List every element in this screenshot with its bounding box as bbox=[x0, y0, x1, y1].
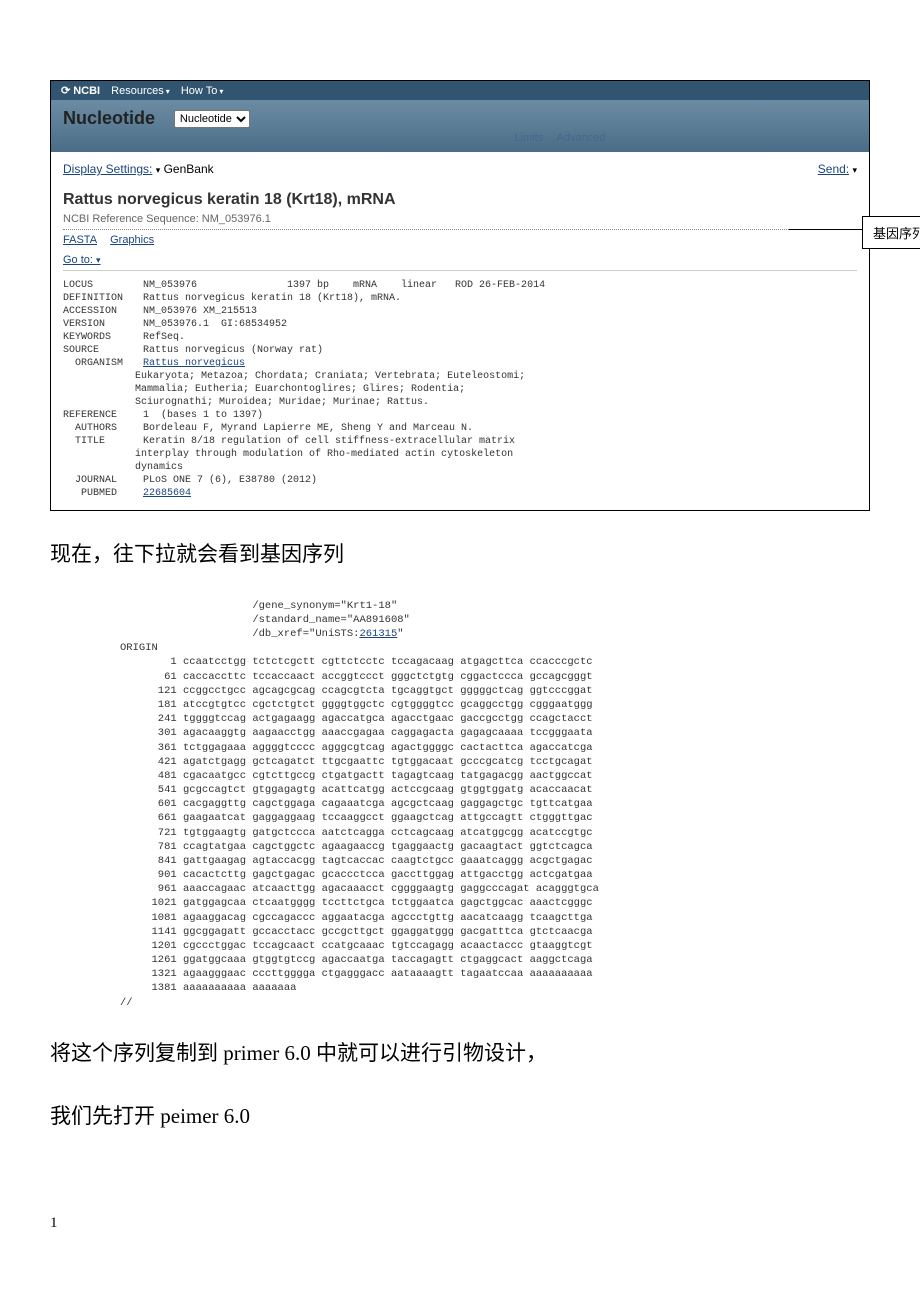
callout-label: 基因序列号 bbox=[862, 216, 920, 249]
pubmed-link[interactable]: 22685604 bbox=[143, 488, 191, 499]
send-link[interactable]: Send: bbox=[818, 162, 849, 176]
fasta-link[interactable]: FASTA bbox=[63, 234, 97, 246]
display-settings-link[interactable]: Display Settings: bbox=[63, 162, 152, 176]
refseq-id: NCBI Reference Sequence: NM_053976.1 bbox=[63, 213, 857, 230]
database-select[interactable]: Nucleotide bbox=[174, 110, 250, 128]
limits-link[interactable]: Limits bbox=[515, 132, 544, 144]
instruction-text-2: 将这个序列复制到 primer 6.0 中就可以进行引物设计， bbox=[50, 1035, 870, 1073]
chevron-down-icon: ▾ bbox=[156, 165, 161, 175]
unists-link[interactable]: 261315 bbox=[359, 628, 397, 640]
display-format: GenBank bbox=[164, 162, 214, 176]
ncbi-screenshot: 基因序列号 NCBI Resources▾ How To▾ Nucleotide… bbox=[50, 80, 870, 511]
chevron-down-icon: ▾ bbox=[96, 255, 101, 265]
graphics-link[interactable]: Graphics bbox=[110, 234, 154, 246]
record-content: Display Settings: ▾ GenBank Send: ▾ Ratt… bbox=[51, 152, 869, 510]
instruction-text-1: 现在，往下拉就会看到基因序列 bbox=[50, 536, 870, 574]
page-number: 1 bbox=[50, 1215, 870, 1232]
instruction-text-3: 我们先打开 peimer 6.0 bbox=[50, 1098, 870, 1136]
chevron-down-icon: ▾ bbox=[852, 165, 857, 175]
record-title: Rattus norvegicus keratin 18 (Krt18), mR… bbox=[63, 191, 857, 209]
resources-menu[interactable]: Resources▾ bbox=[111, 85, 170, 97]
chevron-down-icon: ▾ bbox=[166, 87, 170, 96]
genbank-flatfile: LOCUSNM_053976 1397 bp mRNA linear ROD 2… bbox=[63, 279, 857, 500]
ncbi-logo[interactable]: NCBI bbox=[61, 84, 100, 97]
sequence-screenshot: /gene_synonym="Krt1-18" /standard_name="… bbox=[120, 599, 870, 1010]
howto-menu[interactable]: How To▾ bbox=[181, 85, 224, 97]
app-name: Nucleotide bbox=[63, 108, 155, 129]
search-bar: Nucleotide Nucleotide Limits Advanced bbox=[51, 100, 869, 152]
goto-link[interactable]: Go to: bbox=[63, 254, 93, 266]
advanced-link[interactable]: Advanced bbox=[556, 132, 605, 144]
chevron-down-icon: ▾ bbox=[219, 87, 223, 96]
organism-link[interactable]: Rattus norvegicus bbox=[143, 358, 245, 369]
ncbi-top-bar: NCBI Resources▾ How To▾ bbox=[51, 81, 869, 100]
